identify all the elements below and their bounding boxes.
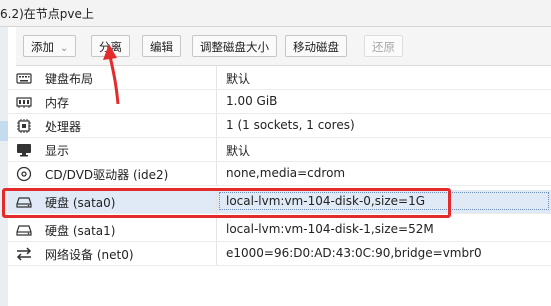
column-divider [216,218,217,241]
hardware-label: 内存 [45,96,70,110]
revert-button[interactable]: 还原 [364,35,403,57]
edit-button-label: 编辑 [150,40,173,54]
hardware-value: 默认 [226,72,251,86]
hardware-label: CD/DVD驱动器 (ide2) [45,168,169,182]
resize-disk-button-label: 调整磁盘大小 [200,40,269,54]
hardware-label: 处理器 [45,120,82,134]
annotation-highlight-box [2,188,451,218]
add-button[interactable]: 添加 ⌄ [23,35,77,57]
column-divider [216,114,217,137]
cpu-icon [17,119,31,133]
hardware-label: 键盘布局 [45,72,94,86]
hardware-label: 显示 [45,144,70,158]
hardware-row-network[interactable]: 网络设备 (net0) e1000=96:D0:AD:43:0C:90,brid… [8,242,551,266]
left-nav-strip [0,27,8,306]
edit-button[interactable]: 编辑 [142,35,181,57]
page-title: 6.2)在节点pve上 [0,7,94,21]
hardware-row-processor[interactable]: 处理器 1 (1 sockets, 1 cores) [8,114,551,138]
revert-button-label: 还原 [372,40,395,54]
column-divider [216,66,217,89]
left-nav-selection [0,121,8,141]
memory-icon [16,97,32,108]
hardware-row-cdrom[interactable]: CD/DVD驱动器 (ide2) none,media=cdrom [8,162,551,186]
hardware-row-keyboard[interactable]: 键盘布局 默认 [8,66,551,90]
move-disk-button-label: 移动磁盘 [293,40,339,54]
hardware-value: 1.00 GiB [226,94,278,108]
column-divider [216,162,217,185]
window-header: 6.2)在节点pve上 [0,0,551,27]
keyboard-icon [16,73,32,84]
cdrom-icon [16,166,32,182]
network-icon [16,247,32,261]
harddisk-icon [16,225,32,236]
annotation-arrow-icon [103,44,120,105]
hardware-value: none,media=cdrom [226,166,346,180]
monitor-icon [17,144,31,157]
hardware-label: 网络设备 (net0) [45,248,134,262]
resize-disk-button[interactable]: 调整磁盘大小 [192,35,277,57]
add-button-label: 添加 [31,40,54,54]
hardware-row-memory[interactable]: 内存 1.00 GiB [8,90,551,114]
column-divider [216,90,217,113]
toolbar: 添加⌄ 分离 编辑 调整磁盘大小 移动磁盘 还原 [16,27,551,66]
move-disk-button[interactable]: 移动磁盘 [285,35,347,57]
chevron-down-icon: ⌄ [60,43,69,54]
hardware-row-display[interactable]: 显示 默认 [8,138,551,162]
hardware-value: 1 (1 sockets, 1 cores) [226,118,355,132]
hardware-value: 默认 [226,144,251,158]
hardware-row-harddisk-sata1[interactable]: 硬盘 (sata1) local-lvm:vm-104-disk-1,size=… [8,218,551,242]
hardware-label: 硬盘 (sata1) [45,224,116,238]
hardware-value: local-lvm:vm-104-disk-1,size=52M [226,222,434,236]
column-divider [216,138,217,161]
hardware-value: e1000=96:D0:AD:43:0C:90,bridge=vmbr0 [226,246,482,260]
column-divider [216,242,217,265]
